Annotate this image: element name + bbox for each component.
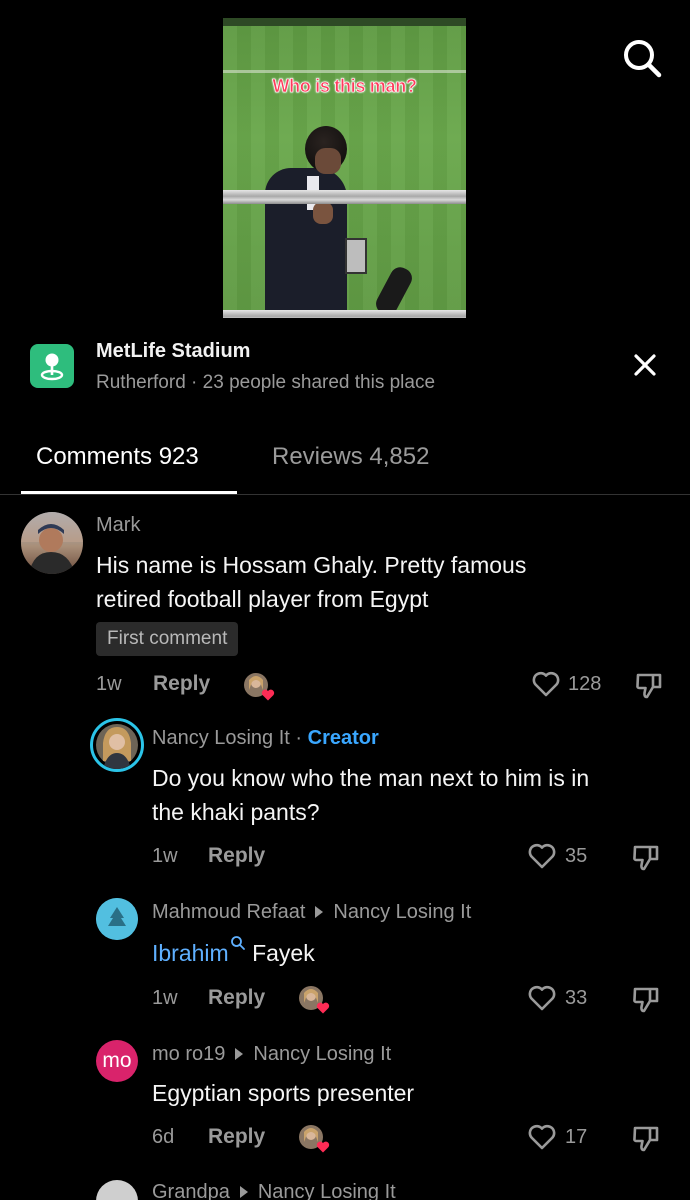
- first-comment-badge: First comment: [96, 622, 239, 656]
- comment-text-line: Do you know who the man next to him is i…: [152, 765, 590, 791]
- comment-username[interactable]: Mahmoud Refaat: [152, 901, 305, 923]
- heart-icon: [316, 1141, 330, 1153]
- heart-outline-icon: [532, 671, 560, 697]
- video-thumbnail[interactable]: Who is this man?: [223, 18, 466, 318]
- like-count: 17: [565, 1126, 588, 1148]
- heart-icon: [316, 1002, 330, 1014]
- reply-to-username[interactable]: Nancy Losing It: [258, 1181, 396, 1200]
- comment-text-line: retired football player from Egypt: [96, 586, 429, 612]
- avatar-photo: [96, 724, 138, 769]
- search-icon: [624, 40, 662, 78]
- dislike-button[interactable]: [634, 670, 664, 700]
- comment-text-line: His name is Hossam Ghaly. Pretty famous: [96, 552, 527, 578]
- reply-arrow-icon: [315, 905, 324, 918]
- reply-button[interactable]: Reply: [153, 672, 210, 696]
- comment-text: Ibrahim Fayek: [152, 935, 315, 970]
- comment-text-line: the khaki pants?: [152, 799, 320, 825]
- like-button[interactable]: [527, 842, 557, 870]
- reply-button[interactable]: Reply: [208, 986, 265, 1010]
- creator-liked-avatar: [298, 1124, 330, 1153]
- close-button[interactable]: [628, 348, 662, 382]
- close-icon: [634, 354, 656, 376]
- reply-button[interactable]: Reply: [208, 1125, 265, 1149]
- place-subtitle: Rutherford · 23 people shared this place: [96, 372, 436, 393]
- heart-outline-icon: [528, 1124, 556, 1150]
- comment-username-row: mo ro19 Nancy Losing It: [152, 1043, 391, 1066]
- creator-tag: Creator: [307, 727, 379, 749]
- reply-arrow-icon: [239, 1185, 248, 1198]
- comment-time: 6d: [152, 1126, 175, 1148]
- comment-username-row: Mahmoud Refaat Nancy Losing It: [152, 901, 471, 924]
- comment-username[interactable]: Grandpa: [152, 1181, 230, 1200]
- like-button[interactable]: [527, 984, 557, 1012]
- avatar-photo: [96, 898, 138, 940]
- divider: [0, 494, 690, 495]
- avatar[interactable]: [96, 1180, 138, 1200]
- dislike-button[interactable]: [631, 984, 661, 1014]
- avatar[interactable]: [96, 898, 138, 940]
- dislike-button[interactable]: [631, 842, 661, 872]
- comment-time: 1w: [152, 845, 178, 867]
- heart-outline-icon: [528, 843, 556, 869]
- reply-to-username[interactable]: Nancy Losing It: [333, 901, 471, 923]
- railing-bar: [223, 310, 466, 318]
- like-button[interactable]: [527, 1123, 557, 1151]
- comment-username-row: Nancy Losing It · Creator: [152, 727, 379, 750]
- tab-reviews[interactable]: Reviews 4,852: [272, 443, 429, 471]
- reply-button[interactable]: Reply: [208, 844, 265, 868]
- field-line: [223, 70, 466, 73]
- comment-text-line: Egyptian sports presenter: [152, 1080, 415, 1106]
- creator-liked-avatar: [243, 672, 275, 701]
- like-button[interactable]: [531, 670, 561, 698]
- comment-username-row: Grandpa Nancy Losing It: [152, 1181, 396, 1200]
- reply-to-username[interactable]: Nancy Losing It: [253, 1043, 391, 1065]
- search-icon: [230, 936, 245, 950]
- thumbs-down-icon: [633, 987, 659, 1013]
- avatar-initials[interactable]: mo: [96, 1040, 138, 1082]
- face: [315, 148, 341, 174]
- comment-text-rest: Fayek: [252, 940, 315, 966]
- video-caption: Who is this man?: [272, 76, 417, 97]
- location-pin-icon: [30, 344, 74, 388]
- like-count: 128: [568, 673, 602, 695]
- comment-time: 1w: [96, 673, 122, 695]
- thumbs-down-icon: [633, 1126, 659, 1152]
- reply-arrow-icon: [235, 1047, 244, 1060]
- hand: [313, 202, 333, 224]
- separator: ·: [295, 727, 303, 749]
- creator-avatar[interactable]: [90, 718, 144, 772]
- comment-time: 1w: [152, 987, 178, 1009]
- search-button[interactable]: [620, 36, 664, 80]
- place-name[interactable]: MetLife Stadium: [96, 340, 250, 363]
- avatar-photo: [21, 512, 83, 574]
- thumbs-down-icon: [636, 673, 662, 699]
- creator-liked-avatar: [298, 985, 330, 1014]
- comment-username[interactable]: Mark: [96, 514, 140, 537]
- device: [345, 238, 367, 274]
- thumbs-down-icon: [633, 845, 659, 871]
- dislike-button[interactable]: [631, 1123, 661, 1153]
- like-count: 35: [565, 845, 588, 867]
- field-edge: [223, 18, 466, 26]
- comment-username[interactable]: mo ro19: [152, 1043, 225, 1065]
- heart-outline-icon: [528, 985, 556, 1011]
- railing-bar: [223, 190, 466, 204]
- heart-icon: [261, 689, 275, 701]
- avatar[interactable]: [21, 512, 83, 574]
- mention-link[interactable]: Ibrahim: [152, 940, 229, 966]
- comment-username[interactable]: Nancy Losing It: [152, 727, 290, 749]
- like-count: 33: [565, 987, 588, 1009]
- tab-comments[interactable]: Comments 923: [36, 443, 199, 471]
